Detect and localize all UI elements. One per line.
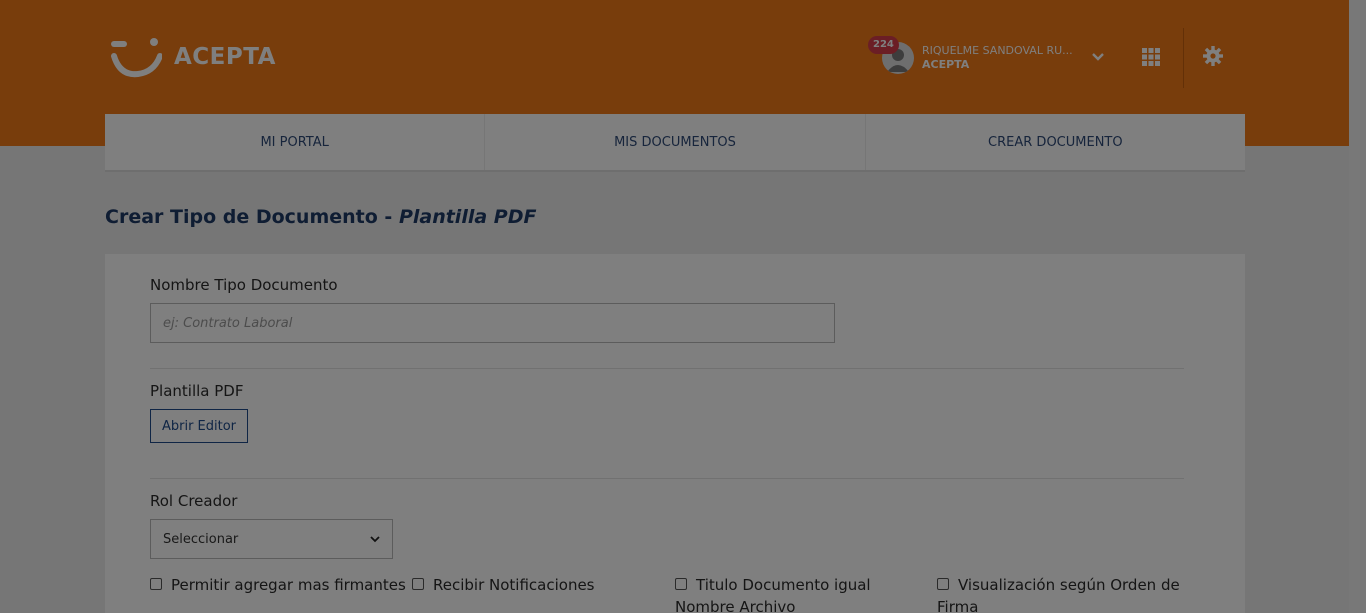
chevron-down-icon[interactable] <box>1092 52 1104 62</box>
notification-badge[interactable]: 224 <box>868 36 899 54</box>
name-label: Nombre Tipo Documento <box>150 276 338 294</box>
checkbox[interactable] <box>937 578 949 590</box>
divider <box>150 478 1184 479</box>
user-menu[interactable]: 224 RIQUELME SANDOVAL RU... ACEPTA <box>868 36 1112 74</box>
role-select[interactable]: Seleccionar <box>150 519 393 559</box>
user-org: ACEPTA <box>922 58 970 71</box>
brand-name: ACEPTA <box>174 44 276 70</box>
checkbox-recibir-notificaciones[interactable]: Recibir Notificaciones <box>412 574 595 596</box>
page-title-italic: Plantilla PDF <box>398 206 537 228</box>
main-nav: MI PORTAL MIS DOCUMENTOS CREAR DOCUMENTO <box>105 114 1245 172</box>
open-editor-button[interactable]: Abrir Editor <box>150 409 248 443</box>
divider <box>150 368 1184 369</box>
grid-icon[interactable] <box>1142 48 1160 66</box>
checkbox-label-line2: Firma <box>937 598 979 613</box>
checkbox-label: Recibir Notificaciones <box>433 576 595 594</box>
checkbox-visualizacion-orden[interactable]: Visualización según Orden de Firma <box>937 574 1180 613</box>
gear-icon[interactable] <box>1203 46 1223 66</box>
role-select-value: Seleccionar <box>163 531 239 547</box>
user-name: RIQUELME SANDOVAL RU... <box>922 44 1073 57</box>
checkbox-label: Visualización según Orden de <box>958 576 1180 594</box>
checkbox-permitir-firmantes[interactable]: Permitir agregar mas firmantes <box>150 574 406 596</box>
nav-crear-documento[interactable]: CREAR DOCUMENTO <box>866 114 1245 170</box>
nav-mi-portal[interactable]: MI PORTAL <box>105 114 486 170</box>
page-title-main: Crear Tipo de Documento - <box>105 206 399 228</box>
checkbox-label-line2: Nombre Archivo <box>675 598 796 613</box>
template-label: Plantilla PDF <box>150 382 244 400</box>
form-card: Nombre Tipo Documento Plantilla PDF Abri… <box>105 254 1245 613</box>
brand-logo[interactable]: ACEPTA <box>110 36 276 78</box>
checkbox-titulo-nombre-archivo[interactable]: Titulo Documento igual Nombre Archivo <box>675 574 871 613</box>
nav-mis-documentos[interactable]: MIS DOCUMENTOS <box>485 114 866 170</box>
scrollbar[interactable] <box>1349 0 1366 613</box>
header-divider <box>1183 28 1184 88</box>
checkbox-label: Titulo Documento igual <box>696 576 871 594</box>
checkbox[interactable] <box>675 578 687 590</box>
page-title: Crear Tipo de Documento - Plantilla PDF <box>105 206 536 228</box>
role-label: Rol Creador <box>150 492 238 510</box>
chevron-down-icon <box>370 536 380 543</box>
checkbox-label: Permitir agregar mas firmantes <box>171 576 406 594</box>
acepta-logo-icon <box>111 38 162 78</box>
name-input[interactable] <box>150 303 835 343</box>
checkbox[interactable] <box>412 578 424 590</box>
checkbox[interactable] <box>150 578 162 590</box>
